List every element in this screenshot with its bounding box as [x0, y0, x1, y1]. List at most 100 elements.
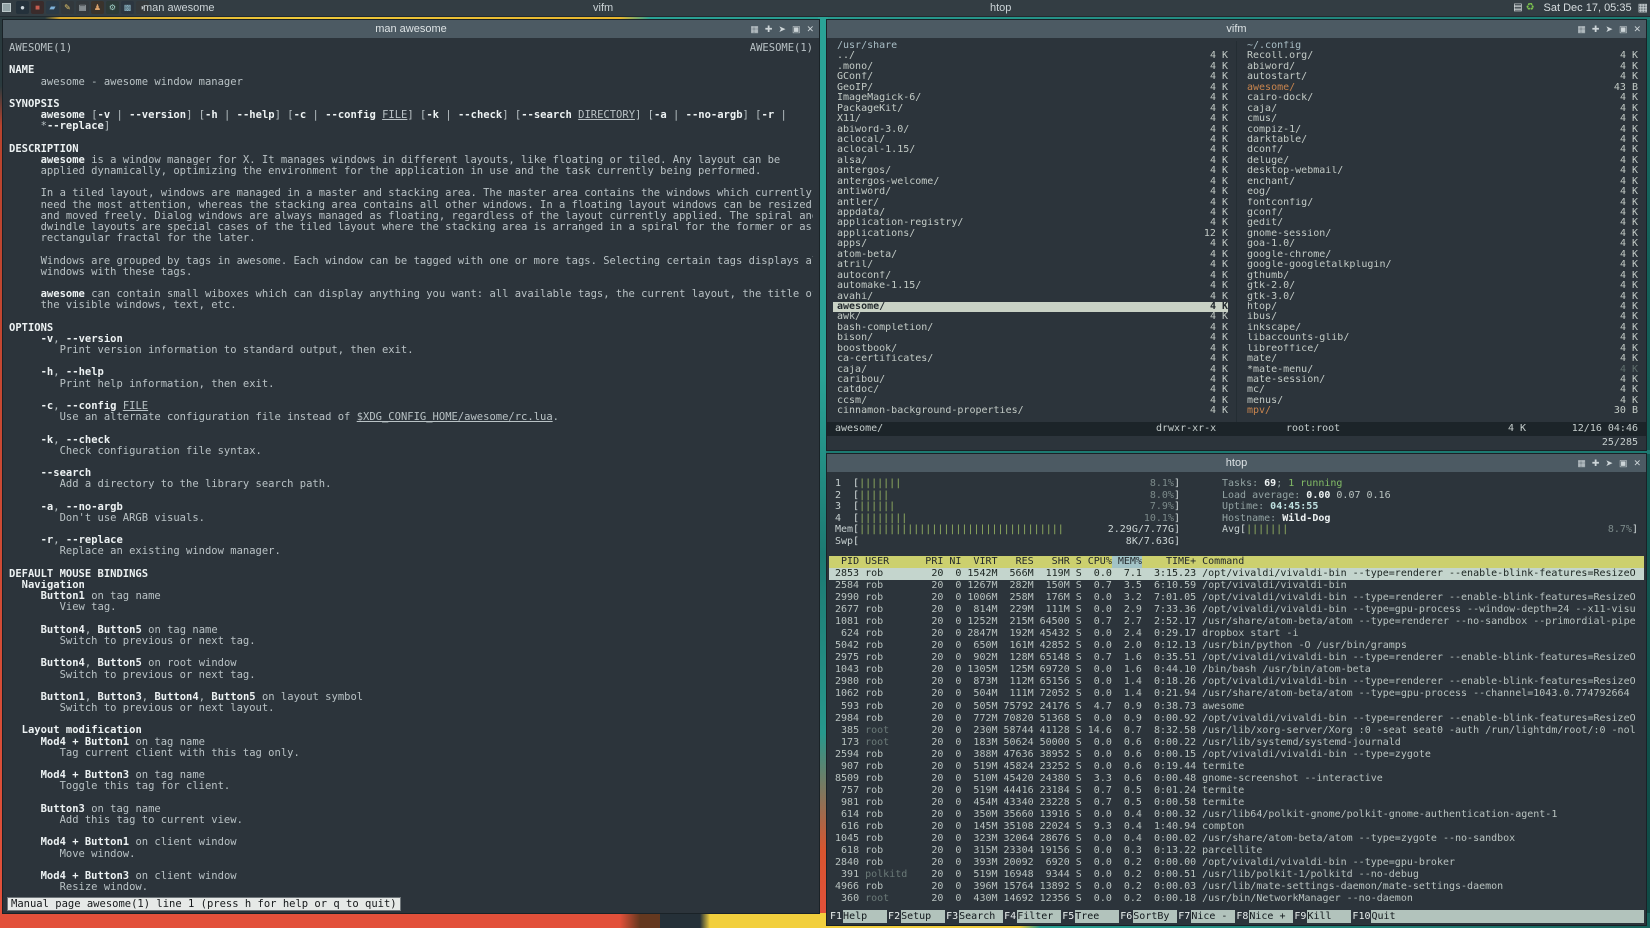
chat-launcher-icon[interactable]: ♟ [91, 1, 104, 14]
ontop-icon[interactable]: ➤ [1605, 20, 1613, 38]
taskbar-item-man[interactable]: man awesome [143, 0, 215, 16]
file-row[interactable]: autostart/4 K [1243, 71, 1638, 82]
file-row[interactable]: google-chrome/4 K [1243, 249, 1638, 260]
file-row[interactable]: ibus/4 K [1243, 311, 1638, 322]
file-row[interactable]: antergos-welcome/4 K [833, 176, 1228, 187]
file-row[interactable]: gconf/4 K [1243, 207, 1638, 218]
file-row[interactable]: applications/12 K [833, 228, 1228, 239]
file-row[interactable]: aclocal/4 K [833, 134, 1228, 145]
process-row[interactable]: 360 root 20 0 430M 14692 12356 S 0.0 0.2 0:00.18/u… [829, 893, 1644, 905]
process-row[interactable]: 1045 rob 20 0 323M 32064 28676 S 0.0 0.4 0:00.02/u… [829, 833, 1644, 845]
file-row[interactable]: goa-1.0/4 K [1243, 238, 1638, 249]
process-row[interactable]: 907 rob 20 0 519M 45824 23252 S 0.0 0.6 0:19.44 ter… [829, 761, 1644, 773]
file-row[interactable]: atom-beta/4 K [833, 249, 1228, 260]
file-row[interactable]: antiword/4 K [833, 186, 1228, 197]
htop-titlebar[interactable]: htop ▦ ✚ ➤ ▣ ✕ [827, 454, 1646, 472]
file-row[interactable]: google-googletalkplugin/4 K [1243, 259, 1638, 270]
file-row[interactable]: .mono/4 K [833, 61, 1228, 72]
file-row[interactable]: menus/4 K [1243, 395, 1638, 406]
column-header-cpu[interactable]: CPU% [1082, 556, 1112, 568]
tag-indicator[interactable] [2, 3, 11, 12]
file-row[interactable]: awesome/43 B [1243, 82, 1638, 93]
browser-launcher-icon[interactable]: ● [16, 1, 29, 14]
file-row[interactable]: libaccounts-glib/4 K [1243, 332, 1638, 343]
file-row[interactable]: ImageMagick-6/4 K [833, 92, 1228, 103]
process-row[interactable]: 1043 rob 20 0 1305M 125M 69720 S 0.0 1.6 0:44.10/b… [829, 664, 1644, 676]
file-row[interactable]: caribou/4 K [833, 374, 1228, 385]
move-icon[interactable]: ✚ [1592, 20, 1600, 38]
process-row[interactable]: 391 polkitd 20 0 519M 16948 9344 S 0.0 0.2 0:00.51… [829, 869, 1644, 881]
column-header-time[interactable]: TIME+ [1142, 556, 1196, 568]
file-row[interactable]: compiz-1/4 K [1243, 124, 1638, 135]
file-row[interactable]: aclocal-1.15/4 K [833, 144, 1228, 155]
process-row[interactable]: 2840 rob 20 0 393M 20092 6920 S 0.0 0.2 0:00.00/op… [829, 857, 1644, 869]
file-row[interactable]: bash-completion/4 K [833, 322, 1228, 333]
file-row[interactable]: libreoffice/4 K [1243, 343, 1638, 354]
process-row[interactable]: 616 rob 20 0 145M 35108 22024 S 9.3 0.4 1:40.94 com… [829, 821, 1644, 833]
fkey-button-nice[interactable]: Nice - [1191, 910, 1236, 923]
column-header-ni[interactable]: NI [943, 556, 961, 568]
fkey-button-nice[interactable]: Nice + [1249, 910, 1294, 923]
process-row[interactable]: 2594 rob 20 0 388M 47636 38952 S 0.0 0.6 0:00.15/o… [829, 749, 1644, 761]
file-row[interactable]: fontconfig/4 K [1243, 197, 1638, 208]
process-row[interactable]: 1081 rob 20 0 1252M 215M 64500 S 0.7 2.7 2:52.17/u… [829, 616, 1644, 628]
editor-launcher-icon[interactable]: ✎ [61, 1, 74, 14]
close-icon[interactable]: ✕ [1633, 454, 1641, 472]
file-row[interactable]: mate/4 K [1243, 353, 1638, 364]
column-header-command[interactable]: Command [1196, 556, 1644, 568]
ontop-icon[interactable]: ➤ [1605, 454, 1613, 472]
process-row[interactable]: 4966 rob 20 0 396M 15764 13892 S 0.0 0.2 0:00.03/u… [829, 881, 1644, 893]
maximize-icon[interactable]: ▣ [792, 20, 801, 38]
process-row[interactable]: 8509 rob 20 0 510M 45420 24380 S 3.3 0.6 0:00.48 gn… [829, 773, 1644, 785]
file-row[interactable]: *mate-menu/4 K [1243, 364, 1638, 375]
file-row[interactable]: gtk-3.0/4 K [1243, 291, 1638, 302]
process-row[interactable]: 2853 rob 20 0 1542M 566M 119M S 0.0 7.1 3:15.23/op… [829, 568, 1644, 581]
layout-grid-icon[interactable]: ▦ [750, 20, 759, 38]
fkey-button-quit[interactable]: Quit [1371, 910, 1416, 923]
file-row[interactable]: awk/4 K [833, 311, 1228, 322]
settings-launcher-icon[interactable]: ⚙ [106, 1, 119, 14]
process-row[interactable]: 385 root 20 0 230M 58744 41128 S 14.6 0.7 8:32.58/… [829, 725, 1644, 737]
process-row[interactable]: 1062 rob 20 0 504M 111M 72052 S 0.0 1.4 0:21.94/us… [829, 688, 1644, 700]
file-row[interactable]: alsa/4 K [833, 155, 1228, 166]
file-row[interactable]: caja/4 K [1243, 103, 1638, 114]
file-row[interactable]: autoconf/4 K [833, 270, 1228, 281]
image-launcher-icon[interactable]: ▩ [121, 1, 134, 14]
file-row[interactable]: dconf/4 K [1243, 144, 1638, 155]
file-row[interactable]: ccsm/4 K [833, 395, 1228, 406]
recycle-icon[interactable]: ♻ [1526, 2, 1535, 13]
files-launcher-icon[interactable]: ▰ [46, 1, 59, 14]
move-icon[interactable]: ✚ [1592, 454, 1600, 472]
taskbar-item-htop[interactable]: htop [990, 0, 1011, 16]
taskbar-item-vifm[interactable]: vifm [593, 0, 613, 16]
file-row[interactable]: appdata/4 K [833, 207, 1228, 218]
process-row[interactable]: 2584 rob 20 0 1267M 282M 150M S 0.7 3.5 6:10.59/op… [829, 580, 1644, 592]
file-row[interactable]: apps/4 K [833, 238, 1228, 249]
file-row[interactable]: cairo-dock/4 K [1243, 92, 1638, 103]
vifm-titlebar[interactable]: vifm ▦ ✚ ➤ ▣ ✕ [827, 20, 1646, 38]
file-row[interactable]: antergos/4 K [833, 165, 1228, 176]
file-row[interactable]: enchant/4 K [1243, 176, 1638, 187]
fkey-button-tree[interactable]: Tree [1075, 910, 1120, 923]
man-titlebar[interactable]: man awesome ▦ ✚ ➤ ▣ ✕ [3, 20, 819, 38]
fkey-button-sortby[interactable]: SortBy [1133, 910, 1178, 923]
file-row[interactable]: atril/4 K [833, 259, 1228, 270]
maximize-icon[interactable]: ▣ [1619, 454, 1628, 472]
file-row[interactable]: automake-1.15/4 K [833, 280, 1228, 291]
file-row[interactable]: avahi/4 K [833, 291, 1228, 302]
process-row[interactable]: 593 rob 20 0 505M 75792 24176 S 4.7 0.9 0:38.73 awe… [829, 701, 1644, 713]
file-row[interactable]: mpv/30 B [1243, 405, 1638, 416]
file-row[interactable]: caja/4 K [833, 364, 1228, 375]
file-row[interactable]: X11/4 K [833, 113, 1228, 124]
fkey-button-setup[interactable]: Setup [901, 910, 946, 923]
file-row[interactable]: inkscape/4 K [1243, 322, 1638, 333]
file-row[interactable]: GConf/4 K [833, 71, 1228, 82]
column-header-shr[interactable]: SHR [1034, 556, 1070, 568]
fkey-button-filter[interactable]: Filter [1017, 910, 1062, 923]
file-row[interactable]: PackageKit/4 K [833, 103, 1228, 114]
file-row[interactable]: cmus/4 K [1243, 113, 1638, 124]
column-header-pid[interactable]: PID [829, 556, 859, 568]
file-row[interactable]: gtk-2.0/4 K [1243, 280, 1638, 291]
file-row[interactable]: ca-certificates/4 K [833, 353, 1228, 364]
file-row[interactable]: desktop-webmail/4 K [1243, 165, 1638, 176]
